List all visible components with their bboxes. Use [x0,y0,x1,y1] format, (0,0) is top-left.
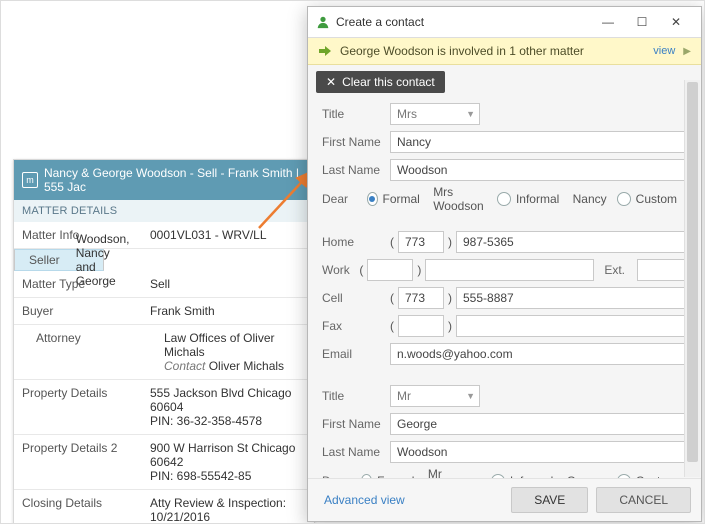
dear-custom-1[interactable]: Custom [617,192,677,206]
row-matter-info[interactable]: Matter Info 0001VL031 - WRV/LL [14,222,314,249]
matter-panel: m Nancy & George Woodson - Sell - Frank … [13,159,315,524]
home-area-1[interactable] [398,231,444,253]
dialog-footer: Advanced view SAVE CANCEL [308,478,701,521]
dear-formal-2[interactable]: Formal Mr Woodson [361,467,481,478]
cell-area-1[interactable] [398,287,444,309]
matter-section-header: MATTER DETAILS [14,200,314,222]
work-area-1[interactable] [367,259,413,281]
window-close-button[interactable]: ✕ [659,13,693,31]
row-property-details-2[interactable]: Property Details 2 900 W Harrison St Chi… [14,435,314,490]
chevron-down-icon: ▼ [466,109,475,119]
create-contact-dialog: Create a contact — ☐ ✕ George Woodson is… [307,6,702,522]
dear-formal-1[interactable]: Formal Mrs Woodson [367,185,487,213]
dialog-titlebar: Create a contact — ☐ ✕ [308,7,701,38]
title-select-2[interactable]: Mr▼ [390,385,480,407]
cancel-button[interactable]: CANCEL [596,487,691,513]
email-input-1[interactable] [390,343,687,365]
first-name-input-2[interactable] [390,413,687,435]
dialog-title: Create a contact [336,15,424,29]
fax-num-1[interactable] [456,315,687,337]
row-attorney[interactable]: Attorney Law Offices of Oliver Michals C… [14,325,314,380]
chevron-right-icon: ▶ [683,46,691,57]
first-name-input-1[interactable] [390,131,687,153]
contact-icon [316,15,330,29]
arrow-right-icon [318,45,332,57]
dear-informal-1[interactable]: Informal Nancy [497,192,607,206]
window-minimize-button[interactable]: — [591,13,625,31]
row-buyer[interactable]: Buyer Frank Smith [14,298,314,325]
fax-area-1[interactable] [398,315,444,337]
work-num-1[interactable] [425,259,594,281]
matter-title: Nancy & George Woodson - Sell - Frank Sm… [44,166,306,194]
window-maximize-button[interactable]: ☐ [625,13,659,31]
save-button[interactable]: SAVE [511,487,588,513]
banner-view-link[interactable]: view [653,45,675,57]
work-ext-1[interactable] [637,259,687,281]
scroll-thumb[interactable] [687,82,698,462]
row-matter-type[interactable]: Matter Type Sell [14,271,314,298]
info-banner: George Woodson is involved in 1 other ma… [308,38,701,65]
row-closing-details[interactable]: Closing Details Atty Review & Inspection… [14,490,314,524]
row-seller[interactable]: Seller Woodson, Nancy and George [14,249,104,271]
clear-contact-button[interactable]: ✕ Clear this contact [316,71,445,93]
last-name-input-1[interactable] [390,159,687,181]
cell-num-1[interactable] [456,287,687,309]
row-property-details[interactable]: Property Details 555 Jackson Blvd Chicag… [14,380,314,435]
title-select-1[interactable]: Mrs▼ [390,103,480,125]
close-icon: ✕ [326,75,336,89]
contact-form: Title Mrs▼ First Name Last Name Dear For… [308,93,701,478]
chevron-down-icon: ▼ [466,391,475,401]
advanced-view-link[interactable]: Advanced view [324,493,405,507]
matter-header: m Nancy & George Woodson - Sell - Frank … [14,160,314,200]
dialog-scrollbar[interactable] [684,80,700,477]
last-name-input-2[interactable] [390,441,687,463]
matter-icon: m [22,172,38,188]
banner-text: George Woodson is involved in 1 other ma… [340,44,584,58]
home-num-1[interactable] [456,231,687,253]
